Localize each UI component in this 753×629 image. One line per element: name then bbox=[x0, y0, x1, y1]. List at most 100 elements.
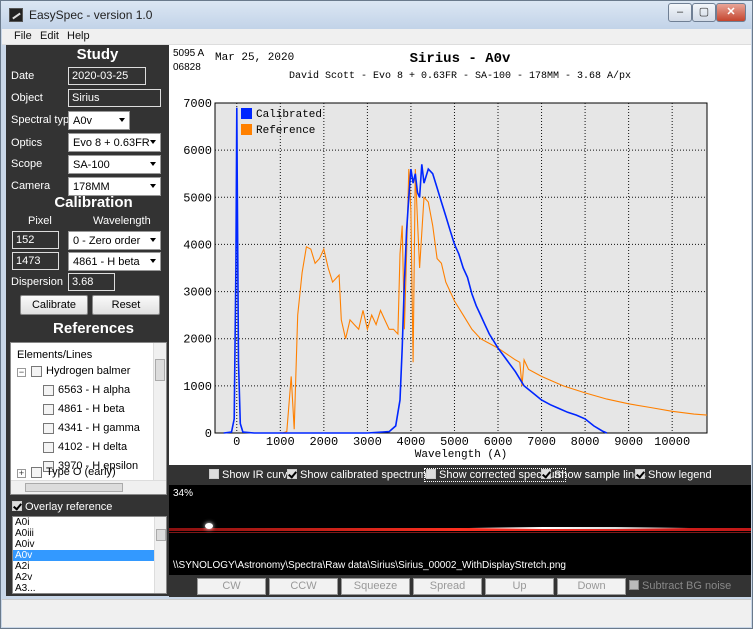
menu-bar: File Edit Help bbox=[2, 29, 751, 45]
y-tick-label: 1000 bbox=[183, 380, 212, 394]
checkbox-checked-icon[interactable] bbox=[541, 469, 551, 479]
checkbox-icon[interactable] bbox=[43, 384, 54, 396]
reference-list-scrollbar[interactable] bbox=[154, 517, 166, 593]
calibration-heading: Calibration bbox=[54, 194, 133, 211]
checkbox-icon[interactable] bbox=[209, 469, 219, 479]
minimize-button[interactable]: ‒ bbox=[668, 3, 692, 22]
tree-group-label: Type O (early) bbox=[46, 466, 116, 478]
show-legend-label: Show legend bbox=[648, 469, 712, 481]
up-button[interactable]: Up bbox=[485, 578, 554, 595]
checkbox-checked-icon[interactable] bbox=[12, 501, 22, 511]
tree-group-hydrogen[interactable]: Hydrogen balmer bbox=[31, 365, 130, 377]
y-tick-label: 2000 bbox=[183, 333, 212, 347]
object-label: Object bbox=[11, 92, 43, 104]
list-item[interactable]: A0iii bbox=[13, 528, 166, 539]
menu-edit[interactable]: Edit bbox=[40, 30, 59, 42]
close-button[interactable]: ✕ bbox=[716, 3, 746, 22]
tree-group-type-o[interactable]: Type O (early) bbox=[31, 466, 116, 478]
checkbox-icon[interactable] bbox=[629, 580, 639, 590]
scroll-thumb[interactable] bbox=[25, 483, 123, 492]
checkbox-checked-icon[interactable] bbox=[287, 469, 297, 479]
camera-value: 178MM bbox=[73, 181, 110, 193]
pixel-1-field[interactable]: 152 bbox=[12, 231, 59, 249]
list-item-selected[interactable]: A0v bbox=[13, 550, 166, 561]
tree-line-item[interactable]: 6563 - H alpha bbox=[43, 384, 130, 396]
checkbox-icon[interactable] bbox=[43, 422, 54, 434]
checkbox-checked-icon[interactable] bbox=[635, 469, 645, 479]
checkbox-icon[interactable] bbox=[31, 466, 42, 478]
maximize-button[interactable]: ▢ bbox=[692, 3, 716, 22]
tree-line-item[interactable]: 4861 - H beta bbox=[43, 403, 125, 415]
reference-list[interactable]: A0i A0iii A0iv A0v A2i A2v A3... bbox=[12, 516, 167, 594]
chevron-down-icon bbox=[150, 162, 156, 166]
y-tick-label: 3000 bbox=[183, 286, 212, 300]
list-item[interactable]: A2i bbox=[13, 561, 166, 572]
subtract-bg-toggle[interactable]: Subtract BG noise bbox=[629, 580, 731, 592]
x-tick-label: 5000 bbox=[440, 435, 469, 449]
camera-label: Camera bbox=[11, 180, 51, 192]
expand-icon[interactable]: + bbox=[17, 469, 26, 478]
overlay-reference-toggle[interactable]: Overlay reference bbox=[12, 501, 112, 513]
list-item[interactable]: A0iv bbox=[13, 539, 166, 550]
x-tick-label: 10000 bbox=[654, 435, 690, 449]
down-button[interactable]: Down bbox=[557, 578, 626, 595]
wavelength-1-value: 0 - Zero order bbox=[73, 235, 141, 247]
status-bar bbox=[2, 599, 751, 627]
wavelength-header: Wavelength bbox=[93, 215, 151, 227]
y-tick-label: 4000 bbox=[183, 238, 212, 252]
list-item[interactable]: A2v bbox=[13, 572, 166, 583]
calibrate-button[interactable]: Calibrate bbox=[20, 295, 88, 315]
optics-select[interactable]: Evo 8 + 0.63FR bbox=[68, 133, 161, 152]
optics-value: Evo 8 + 0.63FR bbox=[73, 137, 150, 149]
x-tick-label: 6000 bbox=[484, 435, 513, 449]
tree-line-item[interactable]: 4341 - H gamma bbox=[43, 422, 140, 434]
scroll-thumb[interactable] bbox=[156, 529, 166, 541]
reset-button[interactable]: Reset bbox=[92, 295, 160, 315]
app-window: EasySpec - version 1.0 ‒ ▢ ✕ File Edit H… bbox=[0, 0, 753, 629]
wavelength-2-select[interactable]: 4861 - H beta bbox=[68, 252, 161, 271]
elements-tree[interactable]: Elements/Lines − Hydrogen balmer 6563 - … bbox=[10, 342, 167, 495]
spread-button[interactable]: Spread bbox=[413, 578, 482, 595]
collapse-icon[interactable]: − bbox=[17, 368, 26, 377]
spectrum-bright-band bbox=[469, 527, 689, 529]
legend-label: Calibrated bbox=[256, 109, 322, 121]
list-item[interactable]: A0i bbox=[13, 517, 166, 528]
menu-file[interactable]: File bbox=[14, 30, 32, 42]
chevron-down-icon bbox=[150, 140, 156, 144]
scope-select[interactable]: SA-100 bbox=[68, 155, 161, 174]
overlay-reference-label: Overlay reference bbox=[25, 501, 113, 513]
tree-horizontal-scrollbar[interactable] bbox=[11, 480, 166, 494]
tree-vertical-scrollbar[interactable] bbox=[153, 343, 166, 480]
tree-group-label: Hydrogen balmer bbox=[46, 365, 131, 377]
window-title: EasySpec - version 1.0 bbox=[29, 8, 153, 22]
tree-line-item[interactable]: 4102 - H delta bbox=[43, 441, 127, 453]
show-legend-toggle[interactable]: Show legend bbox=[635, 469, 712, 481]
rotate-cw-button[interactable]: CW bbox=[197, 578, 266, 595]
show-calibrated-toggle[interactable]: Show calibrated spectrum bbox=[287, 469, 427, 481]
dispersion-field[interactable]: 3.68 bbox=[68, 273, 115, 291]
chart-title: Sirius - A0v bbox=[410, 51, 511, 67]
checkbox-icon[interactable] bbox=[31, 365, 42, 377]
checkbox-icon[interactable] bbox=[43, 441, 54, 453]
show-calibrated-label: Show calibrated spectrum bbox=[300, 469, 427, 481]
menu-help[interactable]: Help bbox=[67, 30, 90, 42]
show-ir-toggle[interactable]: Show IR curve bbox=[209, 469, 294, 481]
checkbox-icon[interactable] bbox=[43, 403, 54, 415]
pixel-2-field[interactable]: 1473 bbox=[12, 252, 59, 270]
date-field[interactable]: 2020-03-25 bbox=[68, 67, 146, 85]
raw-image-view[interactable]: 34% \\SYNOLOGY\Astronomy\Spectra\Raw dat… bbox=[169, 485, 751, 575]
show-sample-lines-toggle[interactable]: Show sample lines bbox=[541, 469, 646, 481]
x-tick-label: 4000 bbox=[397, 435, 426, 449]
list-item[interactable]: A3... bbox=[13, 583, 166, 593]
references-heading: References bbox=[53, 320, 134, 337]
rotate-ccw-button[interactable]: CCW bbox=[269, 578, 338, 595]
checkbox-icon[interactable] bbox=[426, 469, 436, 479]
spectral-type-select[interactable]: A0v bbox=[68, 111, 130, 130]
tree-header: Elements/Lines bbox=[17, 349, 93, 361]
show-sample-lines-label: Show sample lines bbox=[554, 469, 646, 481]
object-field[interactable]: Sirius bbox=[68, 89, 161, 107]
wavelength-1-select[interactable]: 0 - Zero order bbox=[68, 231, 161, 250]
squeeze-button[interactable]: Squeeze bbox=[341, 578, 410, 595]
scroll-thumb[interactable] bbox=[155, 359, 165, 381]
wavelength-2-value: 4861 - H beta bbox=[73, 256, 140, 268]
